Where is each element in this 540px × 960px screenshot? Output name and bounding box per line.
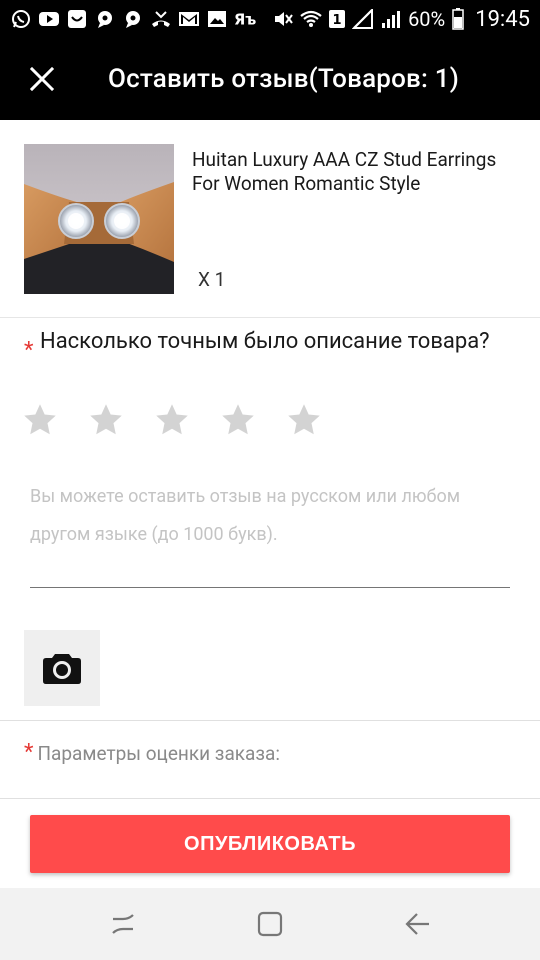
recent-apps-button[interactable] bbox=[93, 894, 153, 954]
home-button[interactable] bbox=[240, 894, 300, 954]
question-text: Насколько точным было описание товара? bbox=[40, 329, 490, 354]
app-bar: Оставить отзыв(Товаров: 1) bbox=[0, 38, 540, 120]
order-rating-params: * Параметры оценки заказа: bbox=[24, 740, 280, 768]
system-nav-bar bbox=[0, 888, 540, 960]
required-mark: * bbox=[24, 740, 34, 765]
svg-text:1: 1 bbox=[333, 13, 342, 28]
page-title: Оставить отзыв(Товаров: 1) bbox=[108, 64, 460, 94]
product-image bbox=[24, 144, 174, 294]
clock: 19:45 bbox=[475, 6, 530, 32]
product-summary: Huitan Luxury AAA CZ Stud Earrings For W… bbox=[0, 120, 540, 318]
chat-icon bbox=[122, 8, 144, 30]
star-5[interactable] bbox=[286, 402, 322, 438]
battery-percent: 60% bbox=[408, 7, 446, 31]
home-icon bbox=[257, 911, 283, 937]
bottom-action-area: ОПУБЛИКОВАТЬ bbox=[0, 798, 540, 888]
camera-icon bbox=[43, 654, 81, 684]
status-bar: Яъ 1 60% 19:45 bbox=[0, 0, 540, 38]
no-signal-icon bbox=[352, 8, 374, 30]
review-placeholder: Вы можете оставить отзыв на русском или … bbox=[30, 486, 461, 545]
battery-icon bbox=[451, 8, 465, 30]
star-2[interactable] bbox=[88, 402, 124, 438]
back-icon bbox=[405, 913, 429, 935]
params-label: Параметры оценки заказа: bbox=[37, 742, 280, 765]
gmail-icon bbox=[178, 8, 200, 30]
wifi-icon bbox=[300, 8, 322, 30]
add-photo-button[interactable] bbox=[24, 630, 100, 706]
system-indicators: 1 60% 19:45 bbox=[272, 7, 530, 32]
product-title[interactable]: Huitan Luxury AAA CZ Stud Earrings For W… bbox=[192, 148, 512, 196]
star-1[interactable] bbox=[22, 402, 58, 438]
sim-icon: 1 bbox=[328, 8, 346, 30]
description-accuracy-question: * Насколько точным было описание товара? bbox=[24, 328, 524, 362]
close-icon bbox=[30, 67, 54, 91]
review-input[interactable]: Вы можете оставить отзыв на русском или … bbox=[30, 478, 510, 588]
section-divider bbox=[0, 720, 540, 721]
star-4[interactable] bbox=[220, 402, 256, 438]
star-3[interactable] bbox=[154, 402, 190, 438]
publish-button[interactable]: ОПУБЛИКОВАТЬ bbox=[30, 815, 510, 873]
chat-icon bbox=[94, 8, 116, 30]
mute-icon bbox=[272, 8, 294, 30]
star-rating bbox=[22, 402, 322, 438]
yandex-icon: Яъ bbox=[234, 8, 256, 30]
gallery-icon bbox=[206, 8, 228, 30]
product-quantity: X 1 bbox=[198, 268, 226, 291]
missed-call-icon bbox=[150, 8, 172, 30]
close-button[interactable] bbox=[0, 38, 84, 120]
aliexpress-icon bbox=[66, 8, 88, 30]
back-button[interactable] bbox=[387, 894, 447, 954]
required-mark: * bbox=[24, 338, 34, 363]
svg-text:Яъ: Яъ bbox=[234, 12, 256, 29]
recent-apps-icon bbox=[112, 914, 135, 934]
notification-icons: Яъ bbox=[10, 8, 256, 30]
whatsapp-icon bbox=[10, 8, 32, 30]
youtube-icon bbox=[38, 8, 60, 30]
signal-icon bbox=[380, 8, 402, 30]
